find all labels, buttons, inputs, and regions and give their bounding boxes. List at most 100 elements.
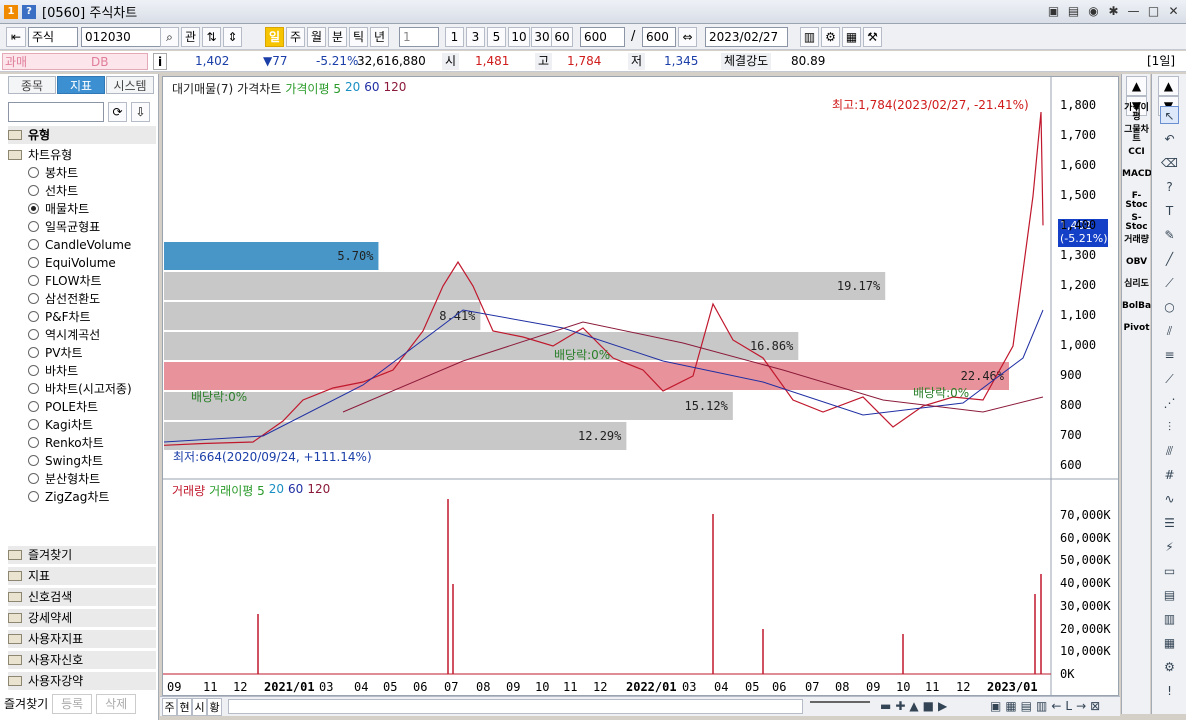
- indicator-button[interactable]: OBV: [1122, 258, 1151, 267]
- close-button[interactable]: ✕: [1165, 3, 1182, 20]
- tool-icon[interactable]: ⚙: [1160, 658, 1179, 676]
- sidebar-group[interactable]: 신호검색: [8, 588, 156, 607]
- interval-60[interactable]: 60: [551, 27, 573, 47]
- interval-10[interactable]: 10: [508, 27, 530, 47]
- line-icon[interactable]: ╱: [1160, 250, 1179, 268]
- chart-type-item[interactable]: 역시계곡선: [28, 326, 100, 344]
- view-buttons[interactable]: ▣▦▤▥←L→⊠: [990, 699, 1104, 713]
- kwan-button[interactable]: 관: [181, 27, 200, 47]
- zoom-icon[interactable]: ⇔: [678, 27, 697, 47]
- zoom-slider[interactable]: [810, 701, 870, 711]
- interval-30[interactable]: 30: [531, 27, 553, 47]
- memo-icon[interactable]: ▤: [1065, 3, 1082, 20]
- refresh-icon[interactable]: ⟳: [108, 102, 127, 122]
- chart-type-item[interactable]: Kagi차트: [28, 416, 93, 434]
- chart-settings-icon[interactable]: ⚙: [821, 27, 840, 47]
- sidebar-group[interactable]: 사용자신호: [8, 651, 156, 670]
- chart-type-item[interactable]: 분산형차트: [28, 470, 100, 488]
- bottom-tab[interactable]: 시: [192, 698, 207, 716]
- cycle-icon[interactable]: ⫶: [1160, 418, 1179, 436]
- chart-icon[interactable]: ▥: [1160, 610, 1179, 628]
- trend-icon[interactable]: ⟋: [1160, 274, 1179, 292]
- layout-icon[interactable]: ▣: [1045, 3, 1062, 20]
- tab-indicator[interactable]: 지표: [57, 76, 105, 94]
- indicator-button[interactable]: BolBand: [1122, 302, 1164, 311]
- alert-icon[interactable]: !: [1160, 682, 1179, 700]
- bottom-tab[interactable]: 현: [177, 698, 192, 716]
- prev-icon[interactable]: ⇤: [6, 27, 26, 47]
- radio-icon[interactable]: [28, 293, 39, 304]
- radio-icon[interactable]: [28, 167, 39, 178]
- tab-stock[interactable]: 종목: [8, 76, 56, 94]
- scroll-up-icon[interactable]: ▲: [1126, 76, 1147, 96]
- compare-icon[interactable]: ⇅: [202, 27, 221, 47]
- chart-type-item[interactable]: 삼선전환도: [28, 290, 100, 308]
- radio-icon[interactable]: [28, 203, 39, 214]
- chart-type-item[interactable]: POLE차트: [28, 398, 98, 416]
- circle-icon[interactable]: ○: [1160, 298, 1179, 316]
- chart-type-item[interactable]: EquiVolume: [28, 254, 116, 272]
- wave-icon[interactable]: ∿: [1160, 490, 1179, 508]
- sidebar-group[interactable]: 사용자지표: [8, 630, 156, 649]
- maximize-button[interactable]: □: [1145, 3, 1162, 20]
- period-day[interactable]: 일: [265, 27, 284, 47]
- radio-icon[interactable]: [28, 311, 39, 322]
- info-icon[interactable]: i: [153, 53, 167, 70]
- radio-icon[interactable]: [28, 419, 39, 430]
- radio-icon[interactable]: [28, 347, 39, 358]
- radio-icon[interactable]: [28, 365, 39, 376]
- radio-icon[interactable]: [28, 437, 39, 448]
- fan-icon[interactable]: ⋰: [1160, 394, 1179, 412]
- indicator-button[interactable]: S-Stoc: [1122, 214, 1151, 232]
- download-icon[interactable]: ⇩: [131, 102, 150, 122]
- chart-type-item[interactable]: Swing차트: [28, 452, 103, 470]
- code-input[interactable]: 012030: [81, 27, 165, 47]
- parallel-icon[interactable]: ⫽: [1160, 322, 1179, 340]
- cursor-icon[interactable]: ↖: [1160, 106, 1179, 124]
- channel-icon[interactable]: ≡: [1160, 346, 1179, 364]
- document-icon[interactable]: ▤: [1160, 586, 1179, 604]
- sidebar-group[interactable]: 지표: [8, 567, 156, 586]
- price-chart-svg[interactable]: 5.70%19.17%8.41%16.86%22.46%15.12%12.29%: [163, 77, 1118, 695]
- nav-buttons[interactable]: ▬✚▲■▶: [880, 699, 951, 713]
- indicator-button[interactable]: 거래량: [1122, 236, 1151, 245]
- horizontal-scrollbar[interactable]: [228, 699, 803, 714]
- gann-icon[interactable]: ⟋: [1160, 370, 1179, 388]
- radio-icon[interactable]: [28, 257, 39, 268]
- period-week[interactable]: 주: [286, 27, 305, 47]
- auto-icon[interactable]: ⚡: [1160, 538, 1179, 556]
- radio-icon[interactable]: [28, 383, 39, 394]
- unit-select[interactable]: 1: [399, 27, 439, 47]
- chart-type-item[interactable]: 봉차트: [28, 164, 78, 182]
- search-input[interactable]: [8, 102, 104, 122]
- sidebar-group[interactable]: 강세약세: [8, 609, 156, 628]
- radio-icon[interactable]: [28, 491, 39, 502]
- chart-type-item[interactable]: ZigZag차트: [28, 488, 109, 506]
- sidebar-group[interactable]: 즐겨찾기: [8, 546, 156, 565]
- chart-type-item[interactable]: 바차트(시고저종): [28, 380, 132, 398]
- chart-type-item[interactable]: CandleVolume: [28, 236, 131, 254]
- tab-system[interactable]: 시스템: [106, 76, 154, 94]
- report-icon[interactable]: ▦: [1160, 634, 1179, 652]
- undo-icon[interactable]: ↶: [1160, 130, 1179, 148]
- subgroup-chart-type[interactable]: 차트유형: [8, 146, 72, 164]
- settings-gear-icon[interactable]: ✱: [1105, 3, 1122, 20]
- chart-type-item[interactable]: PV차트: [28, 344, 83, 362]
- chart-type-item[interactable]: 매물차트: [28, 200, 89, 218]
- indicator-button[interactable]: F-Stoc: [1122, 192, 1151, 210]
- period-year[interactable]: 년: [370, 27, 389, 47]
- radio-icon[interactable]: [28, 455, 39, 466]
- radio-icon[interactable]: [28, 473, 39, 484]
- chart-type-item[interactable]: 일목균형표: [28, 218, 100, 236]
- erase-icon[interactable]: ⌫: [1160, 154, 1179, 172]
- chart-type-item[interactable]: 바차트: [28, 362, 78, 380]
- tools-icon[interactable]: ⚒: [863, 27, 882, 47]
- radio-icon[interactable]: [28, 329, 39, 340]
- text-icon[interactable]: T: [1160, 202, 1179, 220]
- updown-icon[interactable]: ⇕: [223, 27, 242, 47]
- save-icon[interactable]: ▦: [842, 27, 861, 47]
- market-select[interactable]: 주식: [28, 27, 78, 47]
- interval-3[interactable]: 3: [466, 27, 485, 47]
- indicator-button[interactable]: MACD: [1122, 170, 1152, 179]
- grid-icon[interactable]: #: [1160, 466, 1179, 484]
